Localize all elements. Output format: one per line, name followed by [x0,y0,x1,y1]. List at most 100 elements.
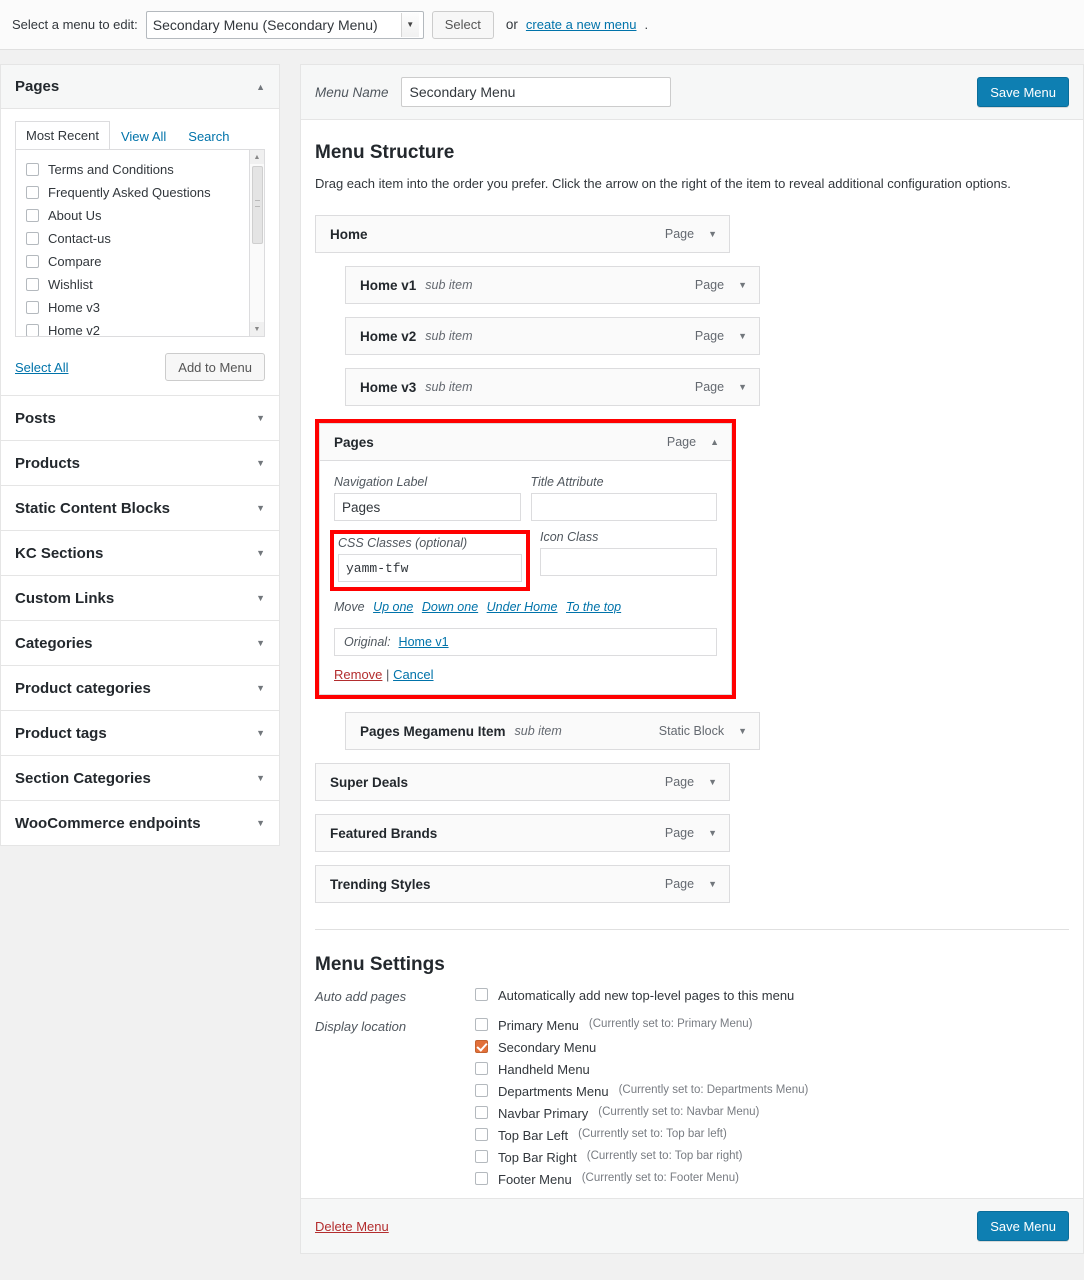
list-item[interactable]: Terms and Conditions [26,158,254,181]
checkbox-icon[interactable] [26,209,39,222]
checkbox-checked-icon[interactable] [475,1040,488,1053]
move-under-home-link[interactable]: Under Home [487,600,558,614]
chevron-down-icon[interactable]: ▼ [256,773,265,783]
chevron-up-icon[interactable]: ▲ [256,82,265,92]
title-attribute-input[interactable] [530,493,717,521]
select-button[interactable]: Select [431,10,494,39]
tab-search[interactable]: Search [177,122,240,150]
accordion-product-categories-header[interactable]: Product categories ▼ [1,666,279,710]
checkbox-icon[interactable] [475,988,488,1001]
location-option-primary-menu[interactable]: Primary Menu (Currently set to: Primary … [475,1018,1069,1033]
checkbox-icon[interactable] [475,1172,488,1185]
checkbox-icon[interactable] [475,1018,488,1031]
menu-row-pages-megamenu-item[interactable]: Pages Megamenu Item sub item Static Bloc… [345,712,760,750]
scroll-down-icon[interactable]: ▼ [250,322,264,336]
move-to-the-top-link[interactable]: To the top [566,600,621,614]
checkbox-icon[interactable] [475,1062,488,1075]
checkbox-icon[interactable] [26,163,39,176]
location-option-secondary-menu[interactable]: Secondary Menu [475,1040,1069,1055]
chevron-down-icon[interactable]: ▼ [256,503,265,513]
pages-list-scrollbar[interactable]: ▲ ▼ [249,150,264,336]
accordion-products-header[interactable]: Products ▼ [1,441,279,485]
checkbox-icon[interactable] [26,255,39,268]
location-option-top-bar-right[interactable]: Top Bar Right (Currently set to: Top bar… [475,1150,1069,1165]
list-item[interactable]: Wishlist [26,273,254,296]
checkbox-icon[interactable] [26,186,39,199]
original-link[interactable]: Home v1 [399,635,449,649]
accordion-custom-links-header[interactable]: Custom Links ▼ [1,576,279,620]
checkbox-icon[interactable] [26,232,39,245]
select-all-link[interactable]: Select All [15,360,68,375]
menu-row-home-v1[interactable]: Home v1 sub item Page ▼ [345,266,760,304]
move-up-one-link[interactable]: Up one [373,600,413,614]
cancel-link[interactable]: Cancel [393,667,433,682]
list-item[interactable]: About Us [26,204,254,227]
chevron-down-icon[interactable]: ▼ [256,728,265,738]
delete-menu-link[interactable]: Delete Menu [315,1219,389,1234]
list-item[interactable]: Home v3 [26,296,254,319]
location-option-top-bar-left[interactable]: Top Bar Left (Currently set to: Top bar … [475,1128,1069,1143]
accordion-woocommerce-endpoints-header[interactable]: WooCommerce endpoints ▼ [1,801,279,845]
checkbox-icon[interactable] [26,278,39,291]
accordion-static-content-blocks-header[interactable]: Static Content Blocks ▼ [1,486,279,530]
chevron-down-icon[interactable]: ▼ [708,777,717,787]
chevron-down-icon[interactable]: ▼ [708,828,717,838]
menu-name-input[interactable]: Secondary Menu [400,77,671,107]
location-option-footer-menu[interactable]: Footer Menu (Currently set to: Footer Me… [475,1172,1069,1187]
list-item[interactable]: Contact-us [26,227,254,250]
create-new-menu-link[interactable]: create a new menu [526,17,637,32]
css-classes-input[interactable]: yamm-tfw [338,554,522,582]
checkbox-icon[interactable] [475,1084,488,1097]
chevron-down-icon[interactable]: ▼ [256,638,265,648]
checkbox-icon[interactable] [475,1150,488,1163]
auto-add-pages-option[interactable]: Automatically add new top-level pages to… [475,988,1069,1003]
scroll-up-icon[interactable]: ▲ [250,150,264,164]
menu-row-home[interactable]: Home Page ▼ [315,215,730,253]
chevron-down-icon[interactable]: ▼ [256,818,265,828]
menu-row-pages-header[interactable]: Pages Page ▲ [319,423,732,461]
chevron-down-icon[interactable]: ▼ [708,229,717,239]
list-item[interactable]: Home v2 [26,319,254,336]
list-item[interactable]: Compare [26,250,254,273]
checkbox-icon[interactable] [26,324,39,336]
chevron-up-icon[interactable]: ▲ [710,437,719,447]
accordion-categories-header[interactable]: Categories ▼ [1,621,279,665]
tab-view-all[interactable]: View All [110,122,177,150]
add-to-menu-button[interactable]: Add to Menu [165,353,265,381]
chevron-down-icon[interactable]: ▼ [256,413,265,423]
accordion-section-categories-header[interactable]: Section Categories ▼ [1,756,279,800]
navigation-label-input[interactable]: Pages [334,493,521,521]
menu-row-trending-styles[interactable]: Trending Styles Page ▼ [315,865,730,903]
move-down-one-link[interactable]: Down one [422,600,478,614]
checkbox-icon[interactable] [26,301,39,314]
save-menu-button-top[interactable]: Save Menu [977,77,1069,107]
accordion-product-tags-header[interactable]: Product tags ▼ [1,711,279,755]
chevron-down-icon[interactable]: ▼ [738,382,747,392]
list-item[interactable]: Frequently Asked Questions [26,181,254,204]
save-menu-button-bottom[interactable]: Save Menu [977,1211,1069,1241]
chevron-down-icon[interactable]: ▼ [738,280,747,290]
chevron-down-icon[interactable]: ▼ [256,548,265,558]
icon-class-input[interactable] [540,548,717,576]
menu-row-home-v2[interactable]: Home v2 sub item Page ▼ [345,317,760,355]
chevron-down-icon[interactable]: ▼ [256,593,265,603]
tab-most-recent[interactable]: Most Recent [15,121,110,150]
location-option-departments-menu[interactable]: Departments Menu (Currently set to: Depa… [475,1084,1069,1099]
checkbox-icon[interactable] [475,1128,488,1141]
chevron-down-icon[interactable]: ▼ [738,726,747,736]
chevron-down-icon[interactable]: ▼ [256,458,265,468]
accordion-pages-header[interactable]: Pages ▲ [1,65,279,109]
checkbox-icon[interactable] [475,1106,488,1119]
remove-link[interactable]: Remove [334,667,382,682]
accordion-kc-sections-header[interactable]: KC Sections ▼ [1,531,279,575]
chevron-down-icon[interactable]: ▼ [738,331,747,341]
accordion-posts-header[interactable]: Posts ▼ [1,396,279,440]
menu-select-dropdown[interactable]: Secondary Menu (Secondary Menu) ▼ [145,10,424,39]
location-option-navbar-primary[interactable]: Navbar Primary (Currently set to: Navbar… [475,1106,1069,1121]
chevron-down-icon[interactable]: ▼ [256,683,265,693]
location-option-handheld-menu[interactable]: Handheld Menu [475,1062,1069,1077]
menu-row-home-v3[interactable]: Home v3 sub item Page ▼ [345,368,760,406]
menu-row-super-deals[interactable]: Super Deals Page ▼ [315,763,730,801]
chevron-down-icon[interactable]: ▼ [708,879,717,889]
menu-row-featured-brands[interactable]: Featured Brands Page ▼ [315,814,730,852]
